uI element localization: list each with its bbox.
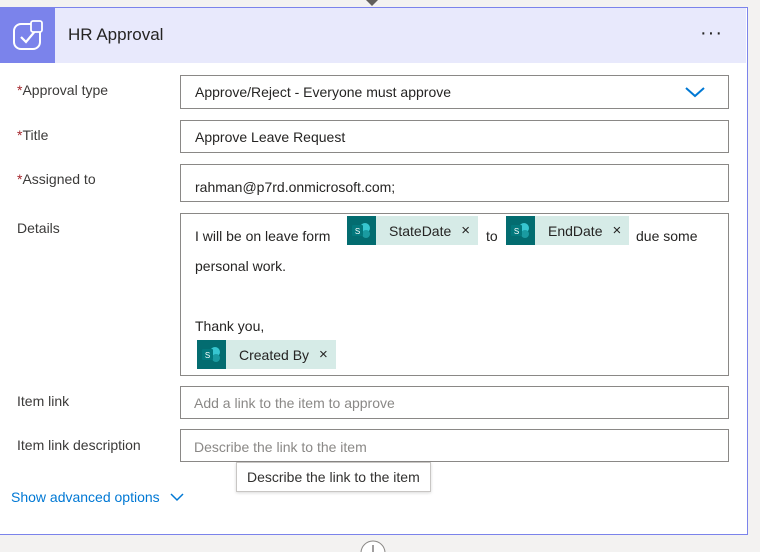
details-textarea[interactable]: I will be on leave form S StateDate × to… bbox=[180, 213, 729, 376]
token-label: Created By bbox=[239, 346, 310, 363]
remove-token-button[interactable]: × bbox=[319, 346, 328, 363]
details-text: personal work. bbox=[195, 258, 287, 274]
details-text: Thank you, bbox=[195, 318, 265, 334]
approval-type-dropdown[interactable]: Approve/Reject - Everyone must approve bbox=[180, 75, 729, 109]
title-label: *Title bbox=[17, 127, 48, 143]
dynamic-token-created-by[interactable]: S Created By × bbox=[197, 340, 336, 369]
details-text: to bbox=[486, 228, 498, 244]
add-step-connector-icon[interactable] bbox=[359, 540, 387, 552]
token-label: StateDate bbox=[389, 222, 452, 239]
chevron-down-icon[interactable] bbox=[684, 85, 706, 99]
item-link-description-placeholder: Describe the link to the item bbox=[194, 439, 367, 455]
card-title: HR Approval bbox=[68, 25, 164, 44]
advanced-label: Show advanced options bbox=[11, 489, 160, 505]
item-link-input[interactable]: Add a link to the item to approve bbox=[180, 386, 729, 419]
connector-arrow bbox=[366, 0, 378, 6]
svg-text:S: S bbox=[513, 227, 518, 236]
assigned-to-value: rahman@p7rd.onmicrosoft.com; bbox=[195, 179, 396, 195]
item-link-label: Item link bbox=[17, 393, 70, 409]
chevron-down-icon bbox=[170, 493, 184, 502]
svg-text:S: S bbox=[204, 351, 209, 360]
assigned-to-label: *Assigned to bbox=[17, 171, 96, 187]
token-label: EndDate bbox=[548, 222, 603, 239]
assigned-to-input[interactable]: rahman@p7rd.onmicrosoft.com; bbox=[180, 164, 729, 202]
title-label-text: Title bbox=[22, 127, 49, 143]
details-text: due some bbox=[636, 228, 698, 244]
remove-token-button[interactable]: × bbox=[612, 222, 621, 239]
dynamic-token-enddate[interactable]: S EndDate × bbox=[506, 216, 630, 245]
item-link-placeholder: Add a link to the item to approve bbox=[194, 395, 395, 411]
dynamic-token-statedate[interactable]: S StateDate × bbox=[347, 216, 479, 245]
item-link-description-label: Item link description bbox=[17, 437, 141, 453]
item-link-description-input[interactable]: Describe the link to the item bbox=[180, 429, 729, 462]
show-advanced-options-link[interactable]: Show advanced options bbox=[11, 489, 184, 505]
approval-type-label: *Approval type bbox=[17, 82, 108, 98]
sharepoint-icon: S bbox=[506, 216, 535, 245]
svg-text:S: S bbox=[354, 227, 359, 236]
card-header[interactable]: HR Approval ··· bbox=[0, 8, 746, 63]
title-input[interactable]: Approve Leave Request bbox=[180, 120, 729, 153]
sharepoint-icon: S bbox=[197, 340, 226, 369]
details-label: Details bbox=[17, 220, 60, 236]
approval-type-label-text: Approval type bbox=[22, 82, 109, 98]
sharepoint-icon: S bbox=[347, 216, 376, 245]
assigned-to-label-text: Assigned to bbox=[22, 171, 96, 187]
tooltip: Describe the link to the item bbox=[236, 462, 431, 492]
approval-type-value: Approve/Reject - Everyone must approve bbox=[195, 84, 452, 100]
title-value: Approve Leave Request bbox=[195, 129, 346, 145]
approval-check-icon bbox=[0, 8, 55, 63]
remove-token-button[interactable]: × bbox=[461, 222, 470, 239]
details-text: I will be on leave form bbox=[195, 228, 331, 244]
more-options-button[interactable]: ··· bbox=[700, 22, 723, 45]
